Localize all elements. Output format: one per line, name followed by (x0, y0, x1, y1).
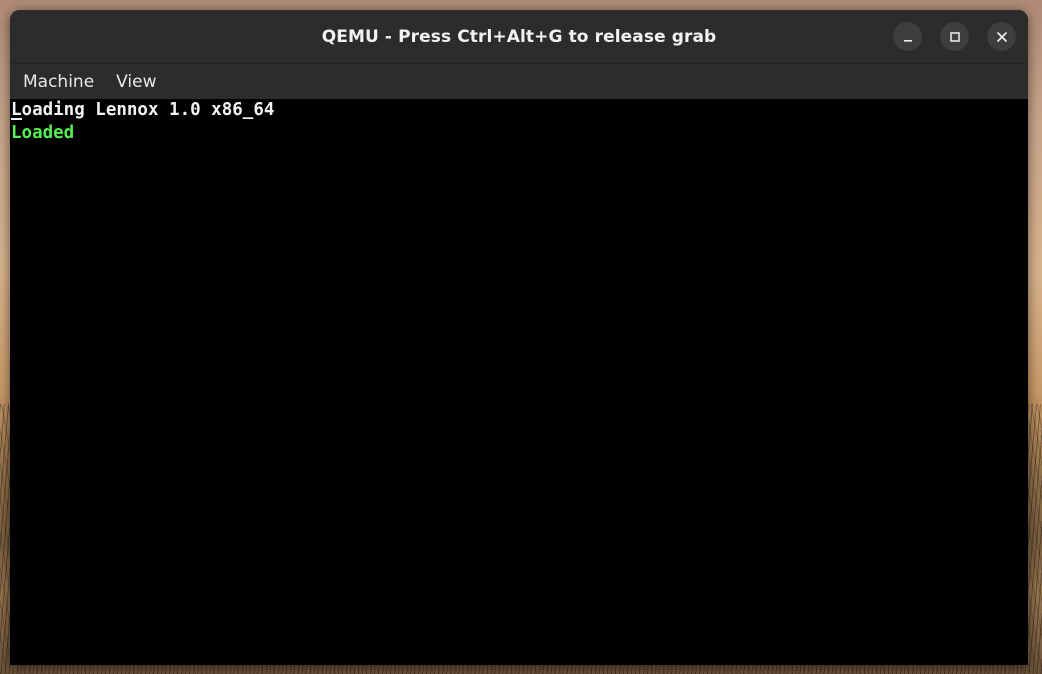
console-line-loading: Loading Lennox 1.0 x86_64 (11, 100, 275, 120)
vm-console-display[interactable]: Loading Lennox 1.0 x86_64 Loaded (10, 99, 1028, 665)
window-controls (893, 22, 1016, 51)
menubar: Machine View (10, 63, 1028, 99)
maximize-button[interactable] (940, 22, 969, 51)
window-titlebar[interactable]: QEMU - Press Ctrl+Alt+G to release grab (10, 10, 1028, 63)
minimize-button[interactable] (893, 22, 922, 51)
close-button[interactable] (987, 22, 1016, 51)
close-icon (996, 31, 1008, 43)
menu-machine[interactable]: Machine (22, 68, 105, 96)
console-line-loaded: Loaded (11, 123, 75, 143)
text-cursor (11, 118, 22, 120)
maximize-icon (949, 31, 961, 43)
minimize-icon (902, 31, 914, 43)
menu-view[interactable]: View (105, 68, 167, 96)
window-title: QEMU - Press Ctrl+Alt+G to release grab (321, 26, 717, 47)
qemu-window: QEMU - Press Ctrl+Alt+G to release grab … (10, 10, 1028, 665)
